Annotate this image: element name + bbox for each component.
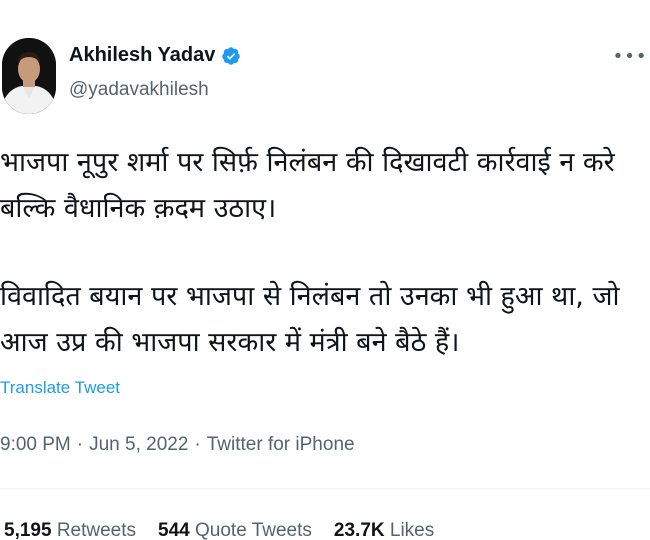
quote-tweets-count: 544 <box>158 520 190 540</box>
retweets-label: Retweets <box>56 520 137 540</box>
translate-tweet-link[interactable]: Translate Tweet <box>0 378 120 398</box>
quote-tweets-stat[interactable]: 544 Quote Tweets <box>158 520 312 540</box>
tweet-metadata: 9:00 PM · Jun 5, 2022 · Twitter for iPho… <box>0 434 355 456</box>
likes-count: 23.7K <box>333 520 385 540</box>
meta-separator: · <box>76 434 84 455</box>
avatar[interactable] <box>2 38 56 114</box>
author-name-row: Akhilesh Yadav <box>69 44 241 67</box>
tweet-text: भाजपा नूपुर शर्मा पर सिर्फ़ निलंबन की दि… <box>0 140 640 366</box>
tweet-paragraph-1: भाजपा नूपुर शर्मा पर सिर्फ़ निलंबन की दि… <box>0 147 615 224</box>
tweet-card: Akhilesh Yadav @yadavakhilesh ••• भाजपा … <box>0 0 650 540</box>
author-handle[interactable]: @yadavakhilesh <box>69 79 209 101</box>
tweet-date[interactable]: Jun 5, 2022 <box>89 434 188 456</box>
engagement-stats: 5,195 Retweets 544 Quote Tweets 23.7K Li… <box>4 520 434 540</box>
meta-separator: · <box>194 434 201 455</box>
divider <box>0 488 650 489</box>
author-display-name[interactable]: Akhilesh Yadav <box>69 44 215 67</box>
more-options-icon[interactable]: ••• <box>613 44 647 68</box>
tweet-paragraph-2: विवादित बयान पर भाजपा से निलंबन तो उनका … <box>0 281 620 358</box>
avatar-photo <box>2 38 56 114</box>
verified-badge-icon <box>221 46 241 66</box>
retweets-count: 5,195 <box>4 520 52 540</box>
tweet-source[interactable]: Twitter for iPhone <box>207 434 355 456</box>
likes-label: Likes <box>389 520 435 540</box>
retweets-stat[interactable]: 5,195 Retweets <box>4 520 136 540</box>
quote-tweets-label: Quote Tweets <box>195 520 312 540</box>
tweet-time[interactable]: 9:00 PM <box>0 434 71 456</box>
likes-stat[interactable]: 23.7K Likes <box>334 520 434 540</box>
